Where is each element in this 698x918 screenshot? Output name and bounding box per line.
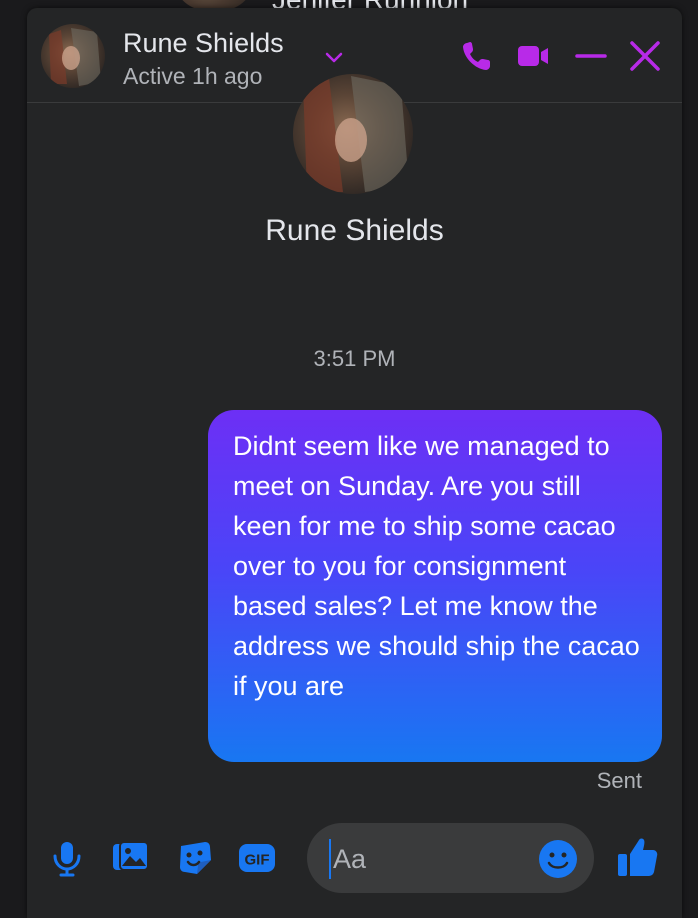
- microphone-icon[interactable]: [47, 838, 87, 878]
- gif-label: GIF: [245, 852, 270, 869]
- thumbs-up-icon[interactable]: [615, 834, 661, 880]
- minimize-icon[interactable]: [573, 38, 609, 74]
- active-status: Active 1h ago: [123, 63, 263, 89]
- message-status: Sent: [596, 768, 642, 793]
- message-input-container[interactable]: [307, 823, 594, 893]
- sticker-icon[interactable]: [175, 838, 215, 878]
- contact-name[interactable]: Rune Shields: [123, 28, 284, 59]
- phone-call-icon[interactable]: [459, 38, 495, 74]
- profile-avatar-image: [293, 74, 413, 194]
- message-input[interactable]: [329, 839, 535, 879]
- avatar-image: [41, 24, 105, 88]
- chat-window: Rune Shields Active 1h ago Rune Shields …: [27, 8, 682, 918]
- profile-avatar[interactable]: [293, 74, 413, 194]
- emoji-icon[interactable]: [537, 838, 579, 880]
- avatar[interactable]: [41, 24, 105, 88]
- video-call-icon[interactable]: [515, 38, 551, 74]
- message-bubble-sent[interactable]: Didnt seem like we managed to meet on Su…: [208, 410, 662, 762]
- close-icon[interactable]: [627, 38, 663, 74]
- image-icon[interactable]: [110, 838, 150, 878]
- profile-name: Rune Shields: [265, 214, 444, 247]
- message-timestamp: 3:51 PM: [313, 346, 396, 371]
- chevron-down-icon[interactable]: [323, 46, 345, 68]
- gif-icon[interactable]: GIF: [237, 838, 277, 878]
